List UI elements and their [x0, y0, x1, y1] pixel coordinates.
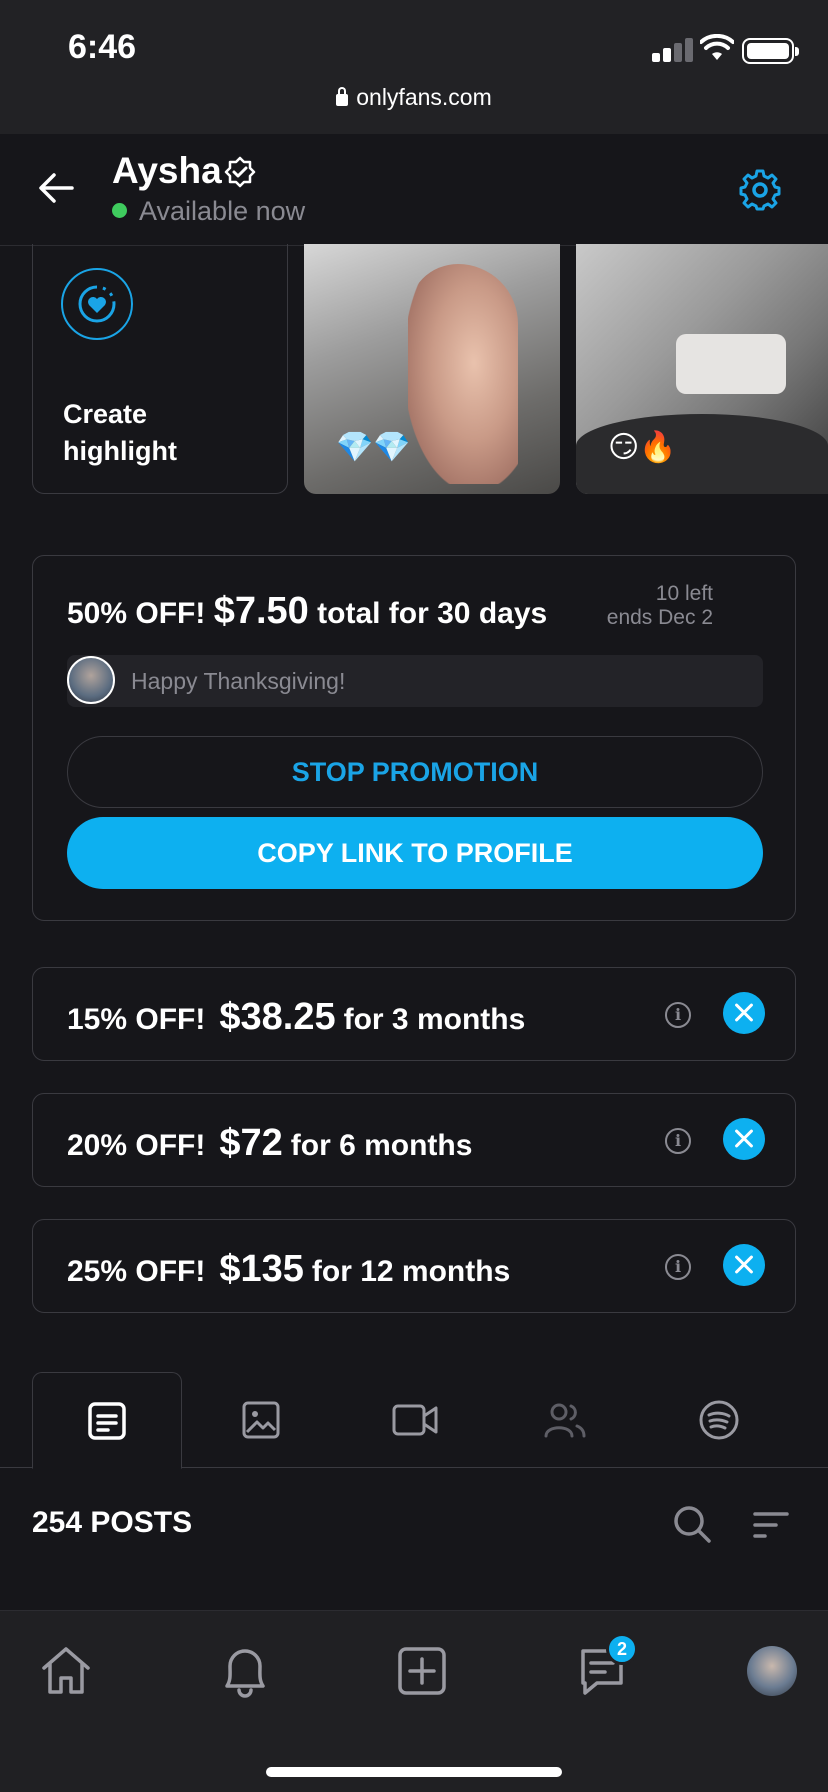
availability-text: Available now — [139, 196, 306, 226]
highlight-emoji: 💎💎 — [336, 431, 411, 464]
bundle-price: $38.25 — [219, 996, 336, 1038]
bundle-row: 15% OFF! $38.25 for 3 months i — [32, 967, 796, 1061]
remove-bundle-button[interactable] — [723, 1244, 765, 1286]
avatar — [747, 1646, 797, 1696]
bundle-price: $135 — [219, 1248, 304, 1290]
bundle-row: 25% OFF! $135 for 12 months i — [32, 1219, 796, 1313]
remove-bundle-button[interactable] — [723, 1118, 765, 1160]
lock-icon — [336, 87, 349, 106]
bottom-navigation: 2 — [0, 1610, 828, 1792]
create-highlight-label: Create highlight — [63, 399, 177, 466]
promotion-message-text: Happy Thanksgiving! — [131, 668, 346, 694]
nav-messages[interactable]: 2 — [572, 1633, 638, 1701]
bundle-price: $72 — [219, 1122, 283, 1164]
tab-people[interactable] — [490, 1372, 640, 1468]
signal-icon — [652, 38, 693, 62]
stop-promotion-button[interactable]: STOP PROMOTION — [67, 736, 763, 808]
home-icon — [42, 1647, 90, 1694]
copy-link-button[interactable]: COPY LINK TO PROFILE — [67, 817, 763, 889]
status-bar: 6:46 onlyfans.com — [0, 0, 828, 134]
nav-profile[interactable] — [742, 1641, 802, 1701]
wifi-icon — [700, 34, 734, 60]
battery-icon — [742, 38, 799, 64]
tab-posts[interactable] — [32, 1372, 182, 1469]
bundle-row: 20% OFF! $72 for 6 months i — [32, 1093, 796, 1187]
tab-spotify[interactable] — [644, 1372, 794, 1468]
bundle-discount: 20% OFF! — [67, 1129, 206, 1162]
promotion-price: $7.50 — [213, 590, 309, 632]
bundle-discount: 15% OFF! — [67, 1003, 206, 1036]
bundle-offer: 15% OFF! $38.25 for 3 months — [67, 996, 525, 1039]
spotify-icon — [699, 1400, 739, 1440]
url-text: onlyfans.com — [356, 84, 492, 110]
posts-count: 254 POSTS — [32, 1506, 193, 1539]
profile-header: Aysha Available now — [0, 134, 828, 246]
promotion-discount: 50% OFF! — [67, 597, 206, 630]
promotion-terms: total for 30 days — [317, 597, 548, 630]
avatar — [67, 656, 115, 704]
promotion-card: 50% OFF! $7.50 total for 30 days 10 left… — [32, 555, 796, 921]
bundle-term: for 3 months — [343, 1003, 526, 1036]
content-tabs — [0, 1372, 828, 1469]
search-icon[interactable] — [672, 1504, 712, 1544]
tab-photos[interactable] — [186, 1372, 336, 1468]
promotion-meta: 10 left ends Dec 2 — [607, 582, 713, 630]
bundle-discount: 25% OFF! — [67, 1255, 206, 1288]
remove-bundle-button[interactable] — [723, 992, 765, 1034]
highlight-thumbnail[interactable]: 💎💎 — [304, 244, 560, 494]
online-dot-icon — [112, 203, 127, 218]
tab-videos[interactable] — [340, 1372, 490, 1468]
people-icon — [544, 1403, 586, 1438]
posts-icon — [88, 1401, 126, 1440]
profile-name: Aysha — [112, 150, 222, 191]
sort-icon[interactable] — [752, 1510, 790, 1540]
back-arrow-icon[interactable] — [36, 168, 76, 208]
video-icon — [392, 1404, 438, 1436]
info-icon[interactable]: i — [665, 1128, 691, 1154]
bundle-offer: 25% OFF! $135 for 12 months — [67, 1248, 510, 1291]
nav-add-post[interactable] — [392, 1641, 452, 1701]
highlight-emoji: 😏🔥 — [608, 431, 677, 464]
promotion-message: Happy Thanksgiving! — [67, 655, 763, 707]
unread-badge: 2 — [606, 1633, 638, 1665]
bundle-offer: 20% OFF! $72 for 6 months — [67, 1122, 472, 1165]
promotion-remaining: 10 left — [655, 582, 713, 605]
address-bar[interactable]: onlyfans.com — [0, 84, 828, 111]
info-icon[interactable]: i — [665, 1002, 691, 1028]
create-highlight-card[interactable]: Create highlight — [32, 244, 288, 494]
nav-home[interactable] — [36, 1641, 96, 1701]
bell-icon — [225, 1649, 265, 1698]
home-indicator — [266, 1767, 562, 1777]
verified-badge-icon — [224, 156, 256, 188]
photo-icon — [242, 1401, 280, 1439]
settings-gear-icon[interactable] — [738, 168, 782, 212]
add-icon — [398, 1647, 446, 1695]
info-icon[interactable]: i — [665, 1254, 691, 1280]
availability-status: Available now — [112, 196, 305, 227]
bundle-term: for 6 months — [290, 1129, 473, 1162]
promotion-end-date: ends Dec 2 — [606, 606, 713, 629]
bundle-term: for 12 months — [311, 1255, 511, 1288]
promotion-title: 50% OFF! $7.50 total for 30 days — [67, 590, 547, 633]
nav-notifications[interactable] — [215, 1641, 275, 1701]
highlight-ring-icon — [61, 268, 133, 340]
highlight-thumbnail[interactable]: 😏🔥 — [576, 244, 828, 494]
status-time: 6:46 — [68, 28, 137, 66]
